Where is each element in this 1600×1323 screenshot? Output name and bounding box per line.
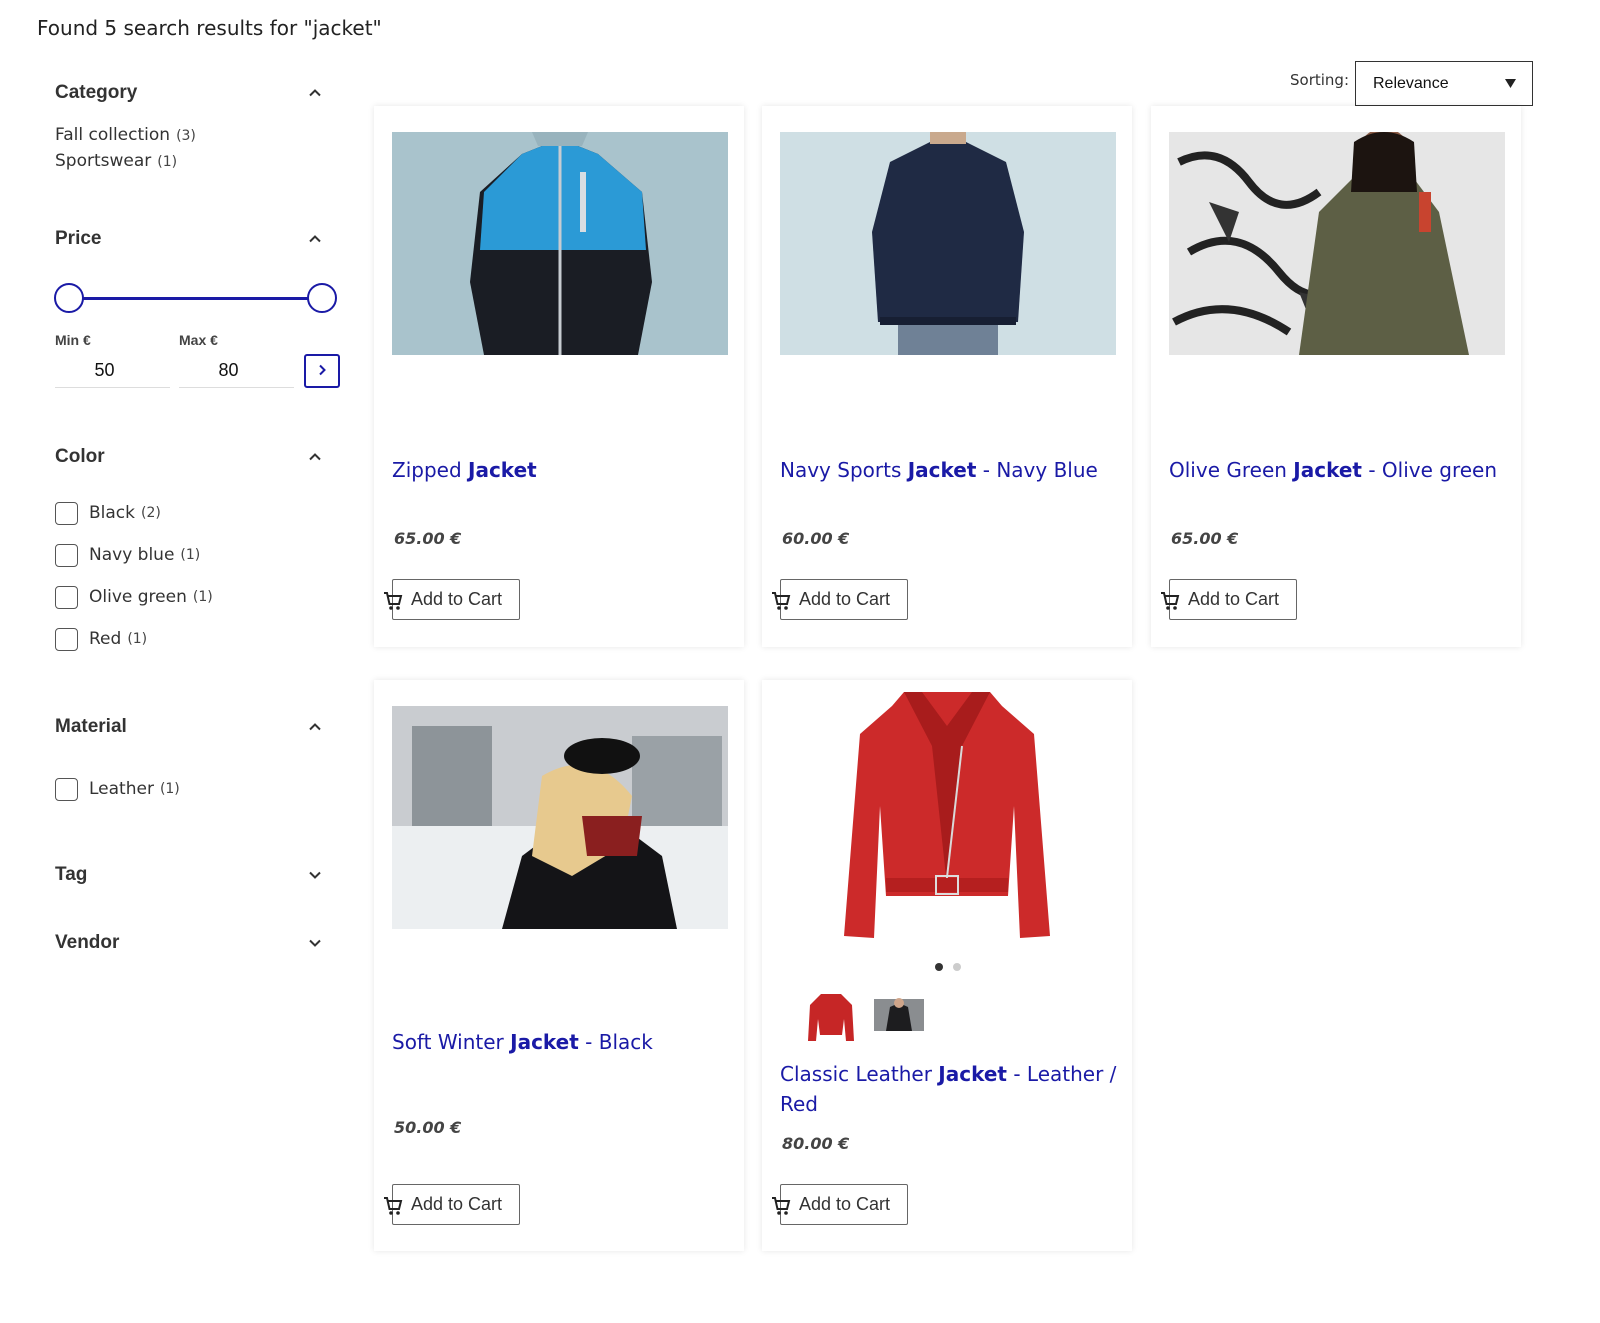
checkbox[interactable]	[55, 501, 78, 525]
product-thumbnail[interactable]	[874, 991, 924, 1043]
product-price: 50.00 €	[394, 1118, 462, 1137]
price-min-label: Min €	[55, 332, 91, 348]
sorting-control: Sorting: Relevance	[1290, 61, 1533, 106]
cart-icon	[383, 591, 403, 611]
product-card: Olive Green Jacket - Olive green 65.00 €…	[1151, 106, 1521, 647]
add-to-cart-button[interactable]: Add to Cart	[384, 1184, 520, 1225]
add-to-cart-button[interactable]: Add to Cart	[772, 579, 908, 620]
chevron-down-icon[interactable]	[307, 935, 323, 951]
product-card: Navy Sports Jacket - Navy Blue 60.00 € A…	[762, 106, 1132, 647]
product-title[interactable]: Navy Sports Jacket - Navy Blue	[780, 455, 1120, 485]
category-item-sportswear[interactable]: Sportswear (1)	[55, 148, 345, 174]
checkbox[interactable]	[55, 585, 78, 609]
price-range-slider[interactable]	[54, 280, 345, 316]
price-max-label: Max €	[179, 332, 218, 348]
price-min-input[interactable]	[55, 354, 170, 388]
facet-price-title: Price	[55, 228, 102, 249]
product-thumbnails	[806, 991, 924, 1043]
product-title[interactable]: Classic Leather Jacket - Leather / Red	[780, 1059, 1120, 1119]
product-price: 65.00 €	[394, 529, 462, 548]
add-to-cart-button[interactable]: Add to Cart	[1161, 579, 1297, 620]
cart-icon	[771, 1196, 791, 1216]
product-image[interactable]	[1169, 132, 1505, 355]
product-card: Classic Leather Jacket - Leather / Red 8…	[762, 680, 1132, 1251]
price-slider-min-handle[interactable]	[54, 283, 84, 313]
product-image[interactable]	[392, 706, 728, 929]
carousel-dot[interactable]	[953, 963, 961, 971]
color-option-black[interactable]: Black (2)	[55, 492, 345, 534]
facet-color-header[interactable]: Color	[55, 442, 323, 472]
facet-tag: Tag	[55, 860, 345, 890]
chevron-up-icon[interactable]	[307, 85, 323, 101]
cart-icon	[771, 591, 791, 611]
search-results-heading: Found 5 search results for "jacket"	[37, 16, 382, 40]
dropdown-arrow-icon	[1505, 75, 1516, 93]
chevron-up-icon[interactable]	[307, 719, 323, 735]
product-title[interactable]: Soft Winter Jacket - Black	[392, 1027, 732, 1057]
sorting-selected-value: Relevance	[1373, 74, 1449, 92]
product-card: Soft Winter Jacket - Black 50.00 € Add t…	[374, 680, 744, 1251]
chevron-up-icon[interactable]	[307, 231, 323, 247]
apply-price-button[interactable]	[304, 354, 340, 388]
image-carousel-dots	[935, 963, 961, 971]
facet-material-title: Material	[55, 716, 127, 737]
product-image[interactable]	[842, 686, 1052, 942]
category-item-fall-collection[interactable]: Fall collection (3)	[55, 122, 345, 148]
facet-vendor: Vendor	[55, 928, 345, 958]
checkbox[interactable]	[55, 777, 78, 801]
product-title[interactable]: Zipped Jacket	[392, 455, 732, 485]
facet-price: Price Min € Max €	[54, 224, 345, 388]
filter-sidebar: Category Fall collection (3) Sportswear (1…	[54, 78, 345, 958]
facet-vendor-header[interactable]: Vendor	[55, 928, 323, 958]
facet-material-header[interactable]: Material	[55, 712, 323, 742]
color-option-red[interactable]: Red (1)	[55, 618, 345, 660]
product-image[interactable]	[780, 132, 1116, 355]
price-max-input[interactable]	[179, 354, 294, 388]
sorting-label: Sorting:	[1290, 71, 1349, 89]
facet-tag-header[interactable]: Tag	[55, 860, 323, 890]
add-to-cart-button[interactable]: Add to Cart	[772, 1184, 908, 1225]
color-option-olive-green[interactable]: Olive green (1)	[55, 576, 345, 618]
cart-icon	[1160, 591, 1180, 611]
product-thumbnail[interactable]	[806, 991, 856, 1043]
product-title[interactable]: Olive Green Jacket - Olive green	[1169, 455, 1509, 485]
chevron-right-icon	[315, 362, 329, 381]
facet-price-header[interactable]: Price	[55, 224, 323, 254]
facet-category-title: Category	[55, 82, 138, 103]
price-slider-max-handle[interactable]	[307, 283, 337, 313]
material-option-leather[interactable]: Leather (1)	[55, 768, 345, 810]
product-price: 80.00 €	[782, 1134, 850, 1153]
chevron-up-icon[interactable]	[307, 449, 323, 465]
facet-category: Category Fall collection (3) Sportswear (1…	[55, 78, 345, 174]
product-image[interactable]	[392, 132, 728, 355]
facet-material: Material Leather (1)	[55, 712, 345, 810]
price-slider-track	[69, 297, 331, 300]
color-option-navy-blue[interactable]: Navy blue (1)	[55, 534, 345, 576]
product-price: 65.00 €	[1171, 529, 1239, 548]
checkbox[interactable]	[55, 627, 78, 651]
facet-color: Color Black (2) Navy blue (1) Olive green(…	[55, 442, 345, 660]
chevron-down-icon[interactable]	[307, 867, 323, 883]
add-to-cart-button[interactable]: Add to Cart	[384, 579, 520, 620]
product-price: 60.00 €	[782, 529, 850, 548]
checkbox[interactable]	[55, 543, 78, 567]
facet-tag-title: Tag	[55, 864, 88, 885]
facet-vendor-title: Vendor	[55, 932, 120, 953]
facet-category-header[interactable]: Category	[55, 78, 323, 108]
sorting-select[interactable]: Relevance	[1355, 61, 1533, 106]
carousel-dot[interactable]	[935, 963, 943, 971]
facet-color-title: Color	[55, 446, 105, 467]
cart-icon	[383, 1196, 403, 1216]
product-card: Zipped Jacket 65.00 € Add to Cart	[374, 106, 744, 647]
